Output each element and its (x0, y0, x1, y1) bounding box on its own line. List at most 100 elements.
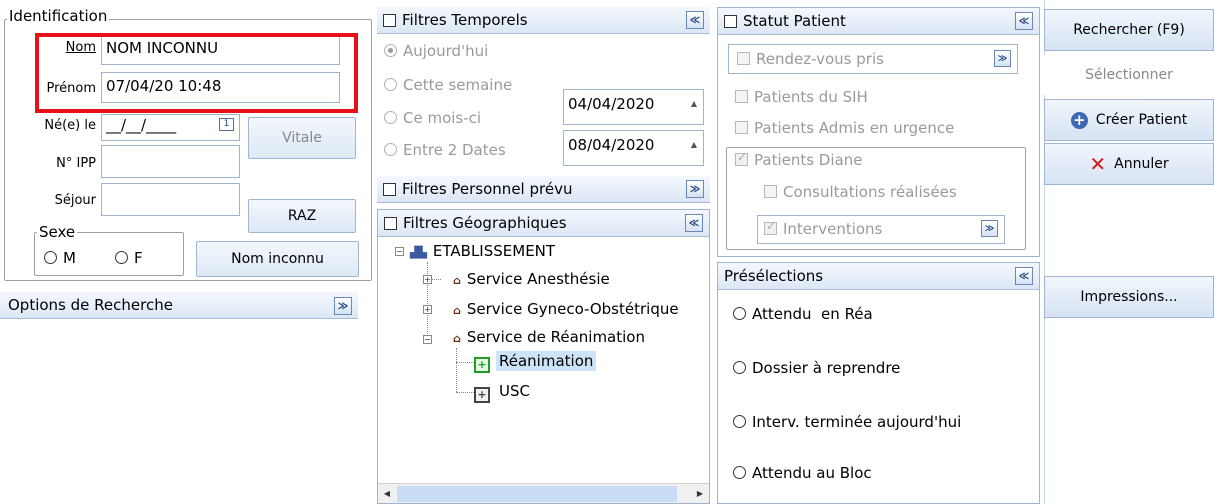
collapse-icon[interactable]: ≪ (686, 11, 704, 29)
spin-up-icon[interactable]: ▲ (691, 140, 697, 149)
annuler-button[interactable]: ✕ Annuler (1044, 143, 1214, 185)
identification-legend: Identification (7, 7, 110, 25)
filtres-geo-header[interactable]: Filtres Géographiques ≪ (378, 210, 709, 237)
checkbox-icon (737, 52, 750, 65)
tree-node-reanimation-service[interactable]: ⌂ Service de Réanimation (453, 328, 645, 346)
unit-icon: + (474, 357, 490, 373)
tree-label: USC (499, 382, 530, 400)
option-entre-2-dates[interactable]: Entre 2 Dates (384, 141, 506, 159)
statut-patient-header[interactable]: Statut Patient ≪ (718, 8, 1039, 35)
presel-interv-terminee[interactable]: Interv. terminée aujourd'hui (733, 413, 961, 431)
tree-node-usc[interactable]: + USC (474, 382, 533, 403)
radio-icon (115, 251, 128, 264)
horizontal-scrollbar[interactable]: ◀ ▶ (378, 483, 709, 503)
check-patients-urgence[interactable]: Patients Admis en urgence (735, 119, 954, 137)
radio-icon (384, 143, 397, 156)
tree-label: Service Gyneco-Obstétrique (466, 300, 679, 318)
tree-node-reanimation-unit[interactable]: + Réanimation (474, 351, 597, 373)
creer-patient-button[interactable]: + Créer Patient (1044, 99, 1214, 141)
combo-value: Rendez-vous pris (756, 50, 884, 68)
vitale-button[interactable]: Vitale (248, 117, 356, 159)
red-x-icon: ✕ (1089, 152, 1107, 176)
tree-node-etablissement[interactable]: ▟▙ ETABLISSEMENT (410, 242, 555, 260)
statut-combo[interactable]: Rendez-vous pris ≫ (728, 44, 1018, 74)
filtres-personnel-header[interactable]: Filtres Personnel prévu ≫ (377, 176, 710, 203)
nom-inconnu-button[interactable]: Nom inconnu (196, 241, 359, 277)
check-patients-diane[interactable]: Patients Diane (735, 150, 863, 169)
tree-label: Service Anesthésie (466, 270, 610, 288)
creer-patient-label: Créer Patient (1095, 112, 1188, 128)
raz-button[interactable]: RAZ (248, 199, 356, 233)
building-icon: ⌂ (453, 274, 461, 287)
filtres-temporels-header[interactable]: Filtres Temporels ≪ (377, 7, 710, 34)
checkbox-icon (735, 121, 748, 134)
presel-attendu-rea[interactable]: Attendu en Réa (733, 305, 873, 323)
tree-node-anesthesie[interactable]: ⌂ Service Anesthésie (453, 270, 610, 288)
annuler-label: Annuler (1114, 156, 1169, 172)
tree-expand-icon[interactable]: + (423, 275, 432, 284)
radio-icon (733, 415, 746, 428)
checkbox-icon (735, 150, 748, 166)
ipp-label: N° IPP (56, 156, 96, 171)
presel-attendu-bloc[interactable]: Attendu au Bloc (733, 464, 872, 482)
sexe-f-radio[interactable]: F (115, 249, 143, 267)
options-recherche-bar[interactable]: Options de Recherche ≫ (0, 292, 358, 319)
check-consultations[interactable]: Consultations réalisées (764, 183, 957, 201)
checkbox-icon[interactable] (384, 216, 397, 230)
rechercher-button[interactable]: Rechercher (F9) (1044, 9, 1214, 51)
option-cette-semaine[interactable]: Cette semaine (384, 76, 512, 94)
scroll-right-icon[interactable]: ▶ (691, 484, 709, 504)
sejour-field[interactable] (101, 183, 240, 216)
option-label: Cette semaine (403, 76, 513, 94)
checkbox-icon (735, 90, 748, 103)
tree-label: ETABLISSEMENT (432, 242, 556, 260)
tree-collapse-icon[interactable]: − (395, 247, 404, 256)
dropdown-icon[interactable]: ≫ (981, 220, 998, 237)
collapse-icon[interactable]: ≪ (1015, 12, 1033, 30)
plus-circle-icon: + (1070, 111, 1088, 129)
checkbox-icon (764, 185, 777, 198)
calendar-icon[interactable]: 1 (219, 118, 234, 131)
selectionner-button[interactable]: Sélectionner (1044, 55, 1214, 95)
tree-connector (456, 348, 457, 392)
scroll-thumb[interactable] (397, 486, 677, 502)
checkbox-icon[interactable] (383, 182, 396, 196)
expand-icon[interactable]: ≫ (334, 297, 352, 315)
sexe-m-radio[interactable]: M (44, 249, 76, 267)
tree-connector (456, 392, 474, 393)
collapse-icon[interactable]: ≪ (685, 214, 703, 232)
collapse-icon[interactable]: ≪ (1015, 267, 1033, 285)
impressions-button[interactable]: Impressions... (1044, 276, 1214, 318)
presel-dossier[interactable]: Dossier à reprendre (733, 359, 900, 377)
spin-up-icon[interactable]: ▲ (691, 99, 697, 108)
presel-label: Attendu au Bloc (752, 464, 872, 482)
statut-patient-title: Statut Patient (743, 12, 846, 30)
preselections-header[interactable]: Présélections ≪ (718, 263, 1039, 290)
option-aujourdhui[interactable]: Aujourd'hui (384, 42, 488, 60)
tree-collapse-icon[interactable]: − (423, 335, 432, 344)
date-to-field[interactable]: 08/04/2020 ▲ (563, 130, 704, 166)
preselections-title: Présélections (724, 267, 824, 285)
check-label: Patients Diane (754, 151, 863, 169)
sexe-f-label: F (134, 249, 143, 267)
checkbox-icon[interactable] (724, 14, 737, 28)
expand-icon[interactable]: ≫ (686, 180, 704, 198)
option-ce-mois-ci[interactable]: Ce mois-ci (384, 109, 481, 127)
highlight-frame (35, 33, 358, 113)
tree-node-gyneco[interactable]: ⌂ Service Gyneco-Obstétrique (453, 300, 708, 318)
tree-label: Réanimation (496, 351, 597, 371)
presel-label: Interv. terminée aujourd'hui (752, 413, 962, 431)
tree-connector (427, 262, 428, 342)
checkbox-icon[interactable] (383, 13, 396, 27)
check-label: Patients Admis en urgence (754, 119, 955, 137)
scroll-left-icon[interactable]: ◀ (378, 484, 396, 504)
date-from-field[interactable]: 04/04/2020 ▲ (563, 89, 704, 125)
filtres-personnel-panel: Filtres Personnel prévu ≫ (377, 176, 710, 204)
tree-expand-icon[interactable]: + (423, 305, 432, 314)
check-patients-sih[interactable]: Patients du SIH (735, 88, 868, 106)
tree-connector (456, 362, 474, 363)
sexe-legend: Sexe (37, 223, 78, 241)
dropdown-icon[interactable]: ≫ (994, 50, 1011, 67)
ipp-field[interactable] (101, 145, 240, 178)
interventions-combo[interactable]: Interventions ≫ (757, 215, 1005, 244)
